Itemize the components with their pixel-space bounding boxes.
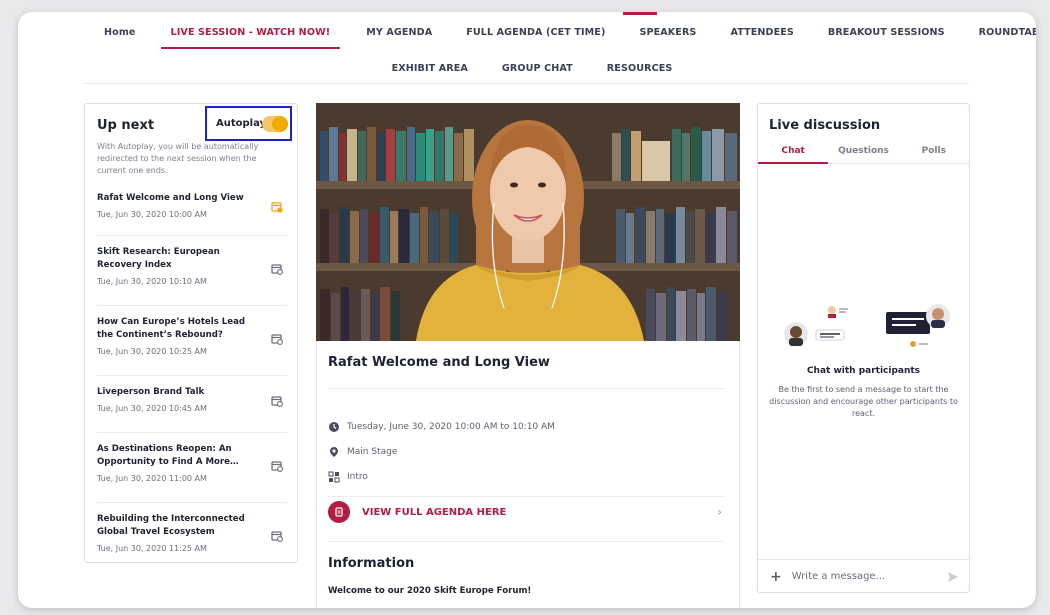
information-text: Welcome to our 2020 Skift Europe Forum!	[328, 586, 532, 596]
discussion-tabs: Chat Questions Polls	[758, 140, 969, 164]
calendar-icon[interactable]	[271, 395, 283, 407]
session-title: How Can Europe’s Hotels Lead the Contine…	[97, 317, 246, 340]
session-item[interactable]: How Can Europe’s Hotels Lead the Contine…	[97, 316, 287, 376]
nav-my-agenda[interactable]: MY AGENDA	[366, 24, 432, 41]
session-title: Skift Research: European Recovery Index	[97, 247, 220, 270]
session-item[interactable]: Rafat Welcome and Long View Tue, Jun 30,…	[97, 192, 287, 236]
chat-illustration	[784, 304, 950, 347]
view-full-agenda-link[interactable]: VIEW FULL AGENDA HERE ›	[328, 499, 726, 525]
session-datetime-row: Tuesday, June 30, 2020 10:00 AM to 10:10…	[328, 421, 555, 433]
tab-questions[interactable]: Questions	[828, 140, 898, 163]
app-window: Home LIVE SESSION - WATCH NOW! MY AGENDA…	[18, 12, 1036, 608]
chat-empty-description: Be the first to send a message to start …	[769, 385, 958, 418]
nav-breakout-sessions[interactable]: BREAKOUT SESSIONS	[828, 24, 945, 41]
agenda-icon	[328, 501, 350, 523]
calendar-icon[interactable]	[271, 530, 283, 542]
tab-polls[interactable]: Polls	[899, 140, 969, 163]
nav-speakers[interactable]: SPEAKERS	[639, 24, 696, 41]
send-icon[interactable]	[947, 571, 959, 583]
calendar-icon[interactable]	[271, 460, 283, 472]
session-info-panel: Rafat Welcome and Long View Tuesday, Jun…	[316, 341, 740, 608]
nav-divider	[83, 83, 969, 84]
calendar-icon[interactable]	[271, 201, 283, 213]
message-input[interactable]	[791, 571, 942, 582]
chevron-right-icon: ›	[717, 505, 722, 519]
session-item[interactable]: Liveperson Brand Talk Tue, Jun 30, 2020 …	[97, 386, 287, 433]
plus-icon[interactable]: +	[770, 569, 782, 585]
nav-resources[interactable]: RESOURCES	[607, 60, 673, 77]
session-title: Rafat Welcome and Long View	[97, 193, 244, 203]
session-time: Tue, Jun 30, 2020 10:10 AM	[97, 277, 207, 286]
session-time: Tue, Jun 30, 2020 10:25 AM	[97, 347, 207, 356]
main-nav-row-2: EXHIBIT AREA GROUP CHAT RESOURCES	[82, 60, 982, 77]
speaker-video-frame	[316, 103, 740, 341]
autoplay-label: Autoplay	[216, 118, 267, 129]
session-time: Tue, Jun 30, 2020 11:25 AM	[97, 544, 207, 553]
top-accent-bar	[623, 12, 657, 15]
session-item[interactable]: As Destinations Reopen: An Opportunity t…	[97, 443, 287, 503]
session-heading: Rafat Welcome and Long View	[328, 355, 550, 370]
autoplay-description: With Autoplay, you will be automatically…	[97, 142, 259, 175]
calendar-icon[interactable]	[271, 333, 283, 345]
chat-empty-title: Chat with participants	[806, 366, 921, 376]
session-category-row: Intro	[328, 471, 368, 483]
session-title: Rebuilding the Interconnected Global Tra…	[97, 514, 245, 537]
divider	[328, 496, 726, 497]
session-category: Intro	[347, 472, 368, 482]
nav-home[interactable]: Home	[104, 24, 136, 41]
divider	[328, 541, 726, 542]
nav-group-chat[interactable]: GROUP CHAT	[502, 60, 573, 77]
calendar-icon[interactable]	[271, 263, 283, 275]
location-pin-icon	[328, 446, 340, 458]
session-location: Main Stage	[347, 447, 398, 457]
session-item[interactable]: Skift Research: European Recovery Index …	[97, 246, 287, 306]
session-time: Tue, Jun 30, 2020 11:00 AM	[97, 474, 207, 483]
session-time: Tue, Jun 30, 2020 10:45 AM	[97, 404, 207, 413]
live-discussion-panel: Live discussion Chat Questions Polls Cha…	[757, 103, 970, 593]
agenda-link-label: VIEW FULL AGENDA HERE	[362, 506, 507, 518]
information-heading: Information	[328, 556, 415, 571]
up-next-panel: Up next Autoplay With Autoplay, you will…	[84, 103, 298, 563]
nav-exhibit-area[interactable]: EXHIBIT AREA	[392, 60, 468, 77]
nav-full-agenda[interactable]: FULL AGENDA (CET TIME)	[466, 24, 605, 41]
tag-icon	[328, 471, 340, 483]
nav-roundtables[interactable]: ROUNDTABLES	[979, 24, 1036, 41]
autoplay-toggle[interactable]	[262, 116, 288, 132]
session-list: Rafat Welcome and Long View Tue, Jun 30,…	[97, 192, 287, 569]
divider	[328, 388, 726, 389]
video-player[interactable]	[316, 103, 740, 341]
tab-chat[interactable]: Chat	[758, 140, 829, 164]
nav-live-session[interactable]: LIVE SESSION - WATCH NOW!	[160, 24, 340, 49]
up-next-title: Up next	[97, 118, 155, 133]
session-item[interactable]: Rebuilding the Interconnected Global Tra…	[97, 513, 287, 569]
toggle-knob	[272, 116, 288, 132]
autoplay-highlight: Autoplay	[205, 106, 292, 141]
session-location-row: Main Stage	[328, 446, 397, 458]
nav-attendees[interactable]: ATTENDEES	[730, 24, 793, 41]
live-discussion-title: Live discussion	[769, 118, 881, 133]
session-datetime: Tuesday, June 30, 2020 10:00 AM to 10:10…	[347, 422, 555, 432]
session-title: As Destinations Reopen: An Opportunity t…	[97, 444, 239, 467]
message-composer: +	[758, 559, 969, 593]
main-nav-row-1: Home LIVE SESSION - WATCH NOW! MY AGENDA…	[78, 24, 1036, 49]
clock-icon	[328, 421, 340, 433]
session-title: Liveperson Brand Talk	[97, 387, 205, 397]
session-time: Tue, Jun 30, 2020 10:00 AM	[97, 210, 207, 219]
